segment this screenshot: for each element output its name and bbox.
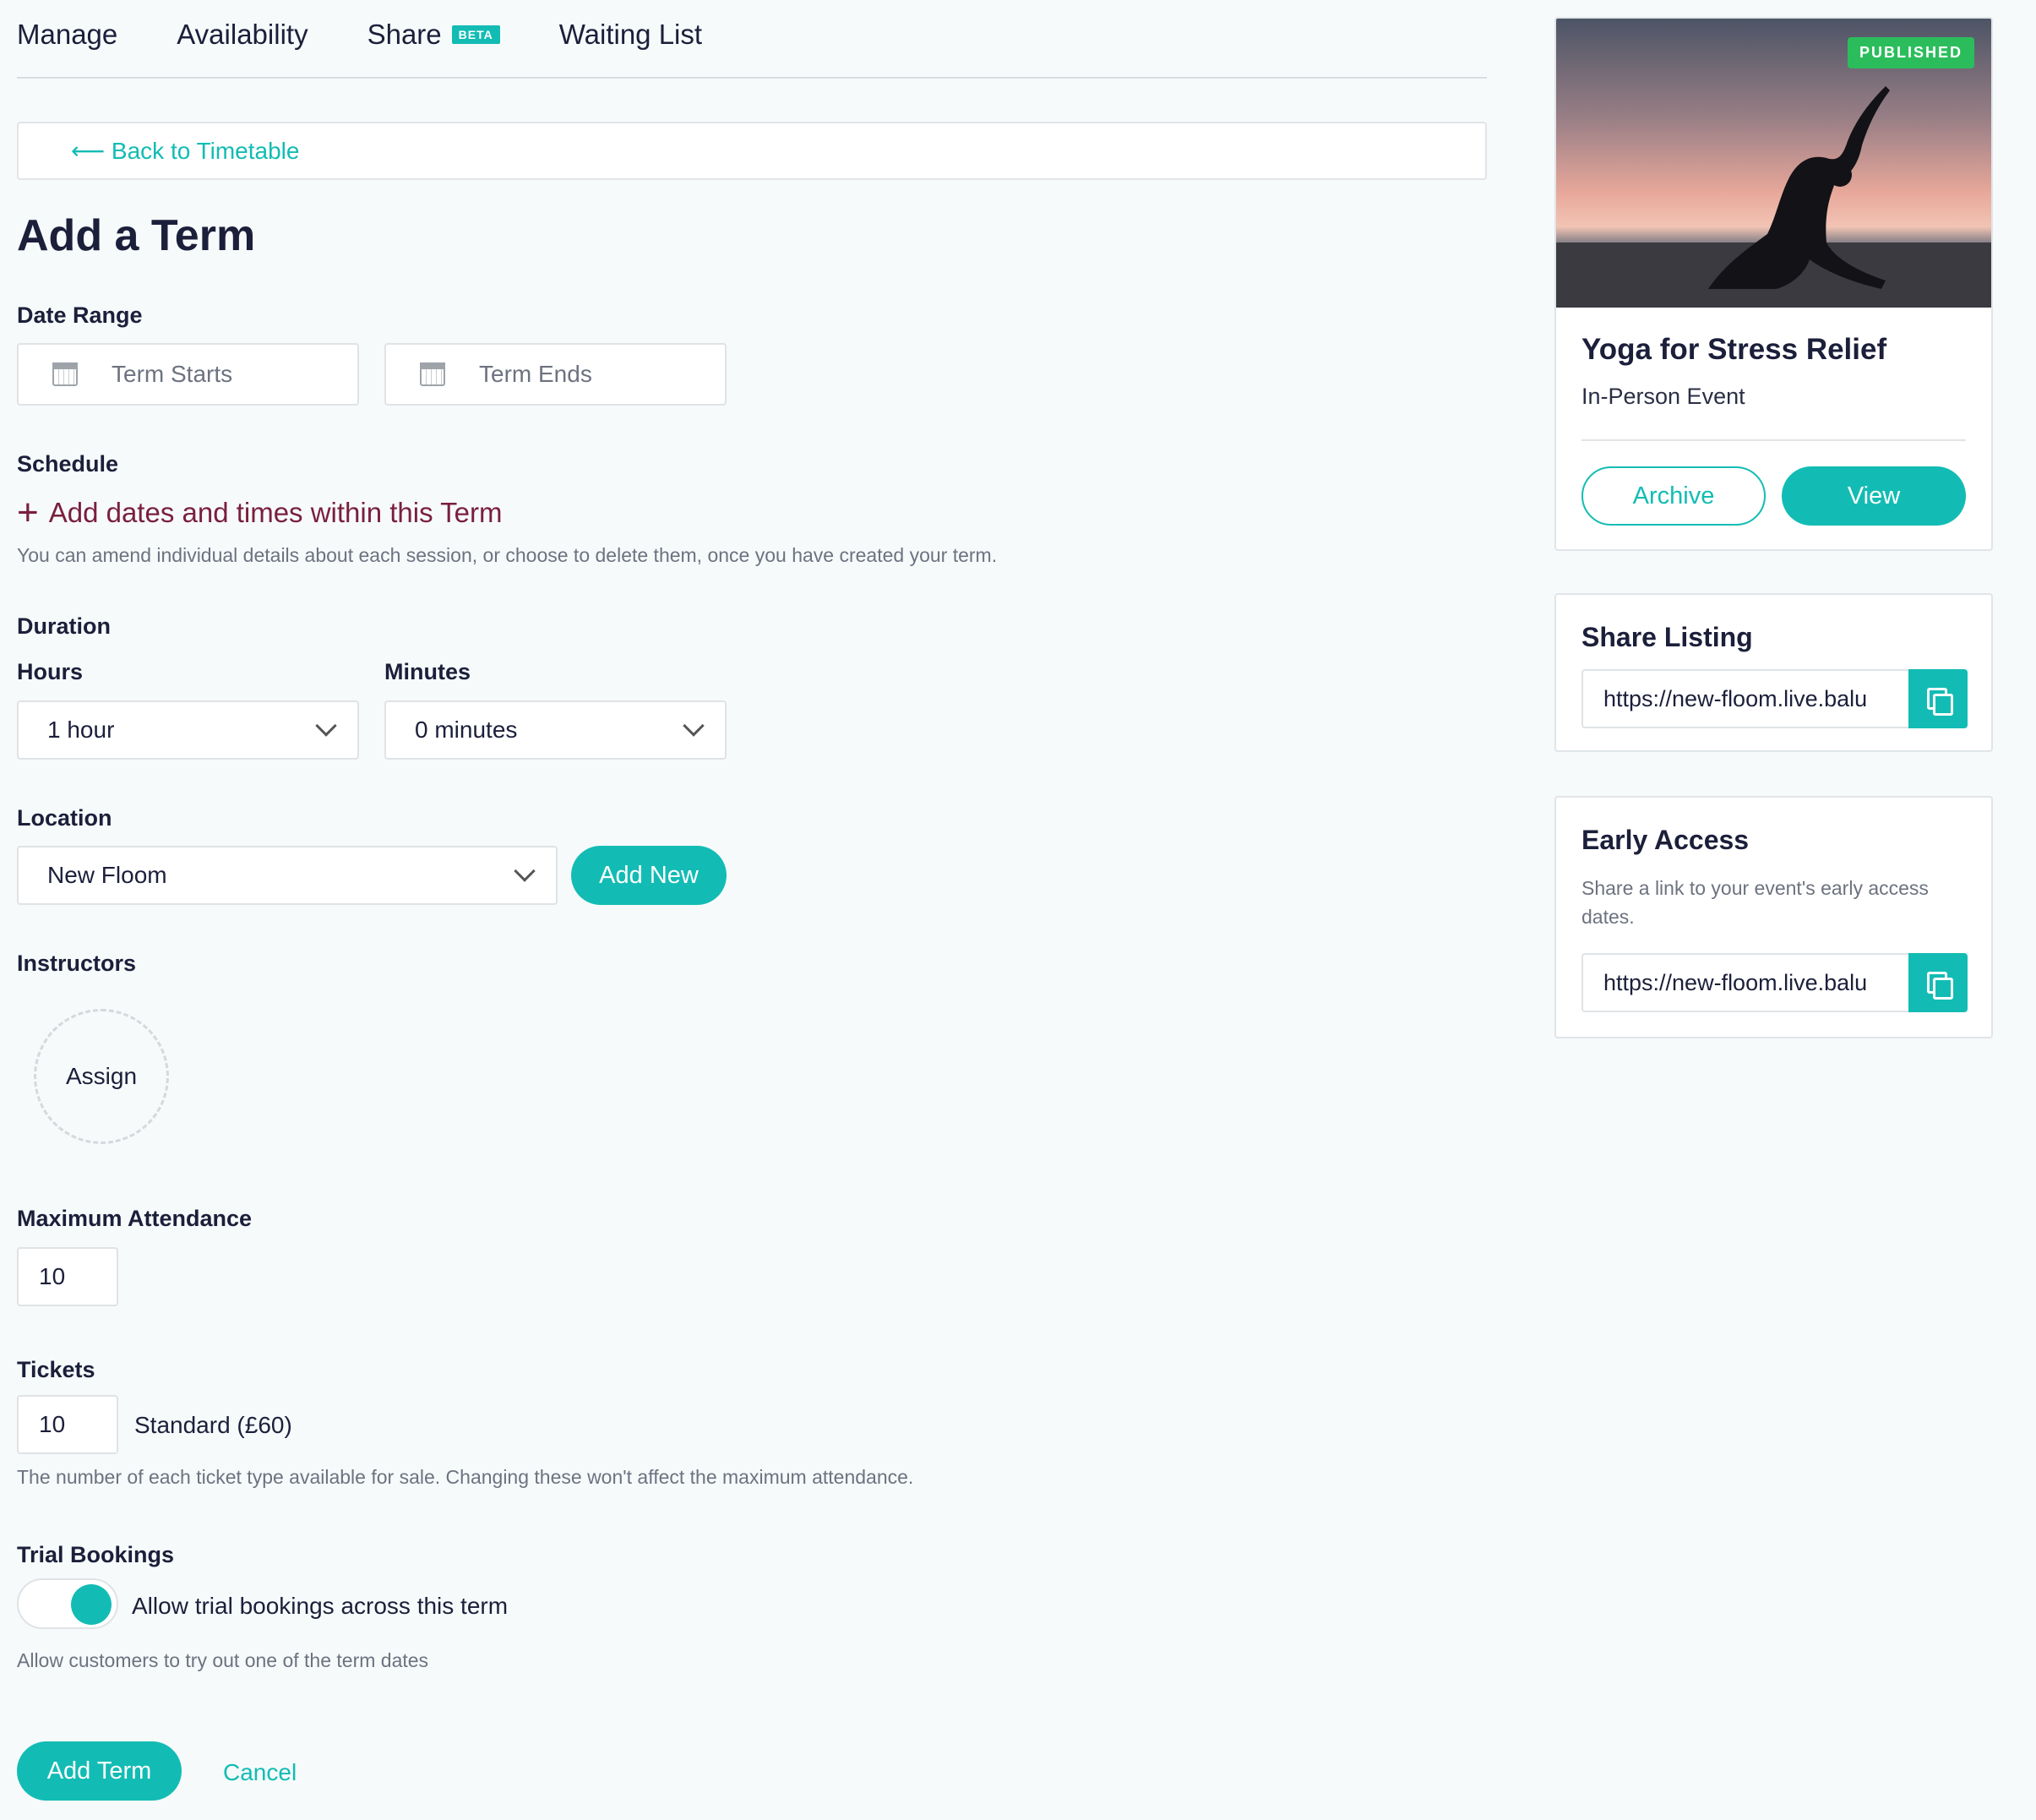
tab-label: Manage [17, 19, 118, 50]
archive-button[interactable]: Archive [1581, 466, 1766, 526]
instructors-label: Instructors [17, 951, 137, 976]
tab-manage[interactable]: Manage [17, 19, 117, 51]
back-bar: ⟵ Back to Timetable [17, 122, 1487, 180]
tab-bar: Manage Availability Share BETA Waiting Li… [17, 0, 1487, 79]
plus-icon: + [17, 492, 39, 533]
max-attendance-input[interactable]: 10 [17, 1247, 118, 1306]
page-title: Add a Term [17, 211, 256, 260]
chevron-down-icon [315, 715, 337, 737]
trial-bookings-label: Trial Bookings [17, 1542, 175, 1567]
ticket-name: Standard (£60) [134, 1412, 292, 1438]
early-access-title: Early Access [1581, 825, 1750, 855]
event-type: In-Person Event [1581, 384, 1745, 409]
beta-badge: BETA [451, 25, 500, 44]
assign-label: Assign [65, 1063, 138, 1089]
location-select[interactable]: New Floom [17, 846, 558, 905]
schedule-help: You can amend individual details about e… [17, 544, 998, 566]
hours-select[interactable]: 1 hour [17, 700, 359, 760]
add-new-location-button[interactable]: Add New [571, 846, 727, 905]
duration-label: Duration [17, 613, 111, 639]
copy-icon [1925, 970, 1953, 1000]
early-access-url-field[interactable]: https://new-floom.live.balu [1581, 953, 1908, 1012]
cancel-button[interactable]: Cancel [223, 1759, 297, 1786]
term-starts-placeholder: Term Starts [112, 361, 233, 387]
tab-label: Share [367, 19, 442, 50]
hours-value: 1 hour [47, 717, 115, 743]
share-url-value: https://new-floom.live.balu [1603, 685, 1868, 711]
share-url-row: https://new-floom.live.balu [1581, 669, 1968, 728]
date-range-label: Date Range [17, 302, 143, 328]
tickets-label: Tickets [17, 1357, 95, 1382]
trial-toggle-label: Allow trial bookings across this term [132, 1593, 509, 1619]
location-value: New Floom [47, 862, 167, 888]
add-dates-link[interactable]: + Add dates and times within this Term [17, 492, 503, 533]
chevron-down-icon [683, 715, 705, 737]
view-button[interactable]: View [1782, 466, 1966, 526]
event-card: PUBLISHED Yoga for Stress Relief In-Pers… [1554, 17, 1993, 551]
copy-share-url-button[interactable] [1908, 669, 1968, 728]
trial-bookings-toggle[interactable] [17, 1578, 118, 1629]
early-access-description: Share a link to your event's early acces… [1581, 877, 1929, 928]
trial-help: Allow customers to try out one of the te… [17, 1649, 429, 1671]
event-image: PUBLISHED [1556, 19, 1991, 308]
copy-icon [1925, 686, 1953, 716]
early-access-url-value: https://new-floom.live.balu [1603, 969, 1868, 995]
minutes-value: 0 minutes [415, 717, 518, 743]
assign-instructor-button[interactable]: Assign [34, 1009, 169, 1144]
tab-availability[interactable]: Availability [177, 19, 308, 51]
location-label: Location [17, 805, 112, 831]
ticket-quantity-value: 10 [39, 1411, 66, 1437]
chevron-down-icon [514, 860, 536, 882]
share-listing-card: Share Listing https://new-floom.live.bal… [1554, 593, 1993, 752]
add-term-button[interactable]: Add Term [17, 1741, 182, 1801]
divider [1581, 439, 1966, 441]
ticket-quantity-input[interactable]: 10 [17, 1395, 118, 1454]
early-access-card: Early Access Share a link to your event'… [1554, 796, 1993, 1038]
tab-label: Availability [177, 19, 308, 50]
published-badge: PUBLISHED [1847, 37, 1974, 68]
event-title: Yoga for Stress Relief [1581, 333, 1887, 366]
share-url-field[interactable]: https://new-floom.live.balu [1581, 669, 1908, 728]
tab-label: Waiting List [558, 19, 703, 50]
tab-waiting-list[interactable]: Waiting List [559, 19, 702, 51]
term-ends-input[interactable]: Term Ends [384, 343, 727, 406]
early-access-url-row: https://new-floom.live.balu [1581, 953, 1968, 1012]
max-attendance-value: 10 [39, 1263, 66, 1289]
calendar-icon [420, 362, 445, 386]
max-attendance-label: Maximum Attendance [17, 1206, 253, 1231]
share-listing-title: Share Listing [1581, 622, 1753, 652]
tickets-help: The number of each ticket type available… [17, 1466, 914, 1488]
add-dates-label: Add dates and times within this Term [48, 497, 503, 528]
back-to-timetable-link[interactable]: ⟵ Back to Timetable [71, 137, 299, 165]
term-ends-placeholder: Term Ends [479, 361, 592, 387]
term-starts-input[interactable]: Term Starts [17, 343, 359, 406]
minutes-label: Minutes [384, 659, 471, 684]
toggle-knob [71, 1584, 112, 1625]
hours-label: Hours [17, 659, 84, 684]
calendar-icon [52, 362, 78, 386]
tab-share[interactable]: Share BETA [367, 19, 500, 51]
main-content: Manage Availability Share BETA Waiting Li… [17, 0, 1487, 261]
copy-early-access-url-button[interactable] [1908, 953, 1968, 1012]
schedule-label: Schedule [17, 451, 119, 477]
minutes-select[interactable]: 0 minutes [384, 700, 727, 760]
